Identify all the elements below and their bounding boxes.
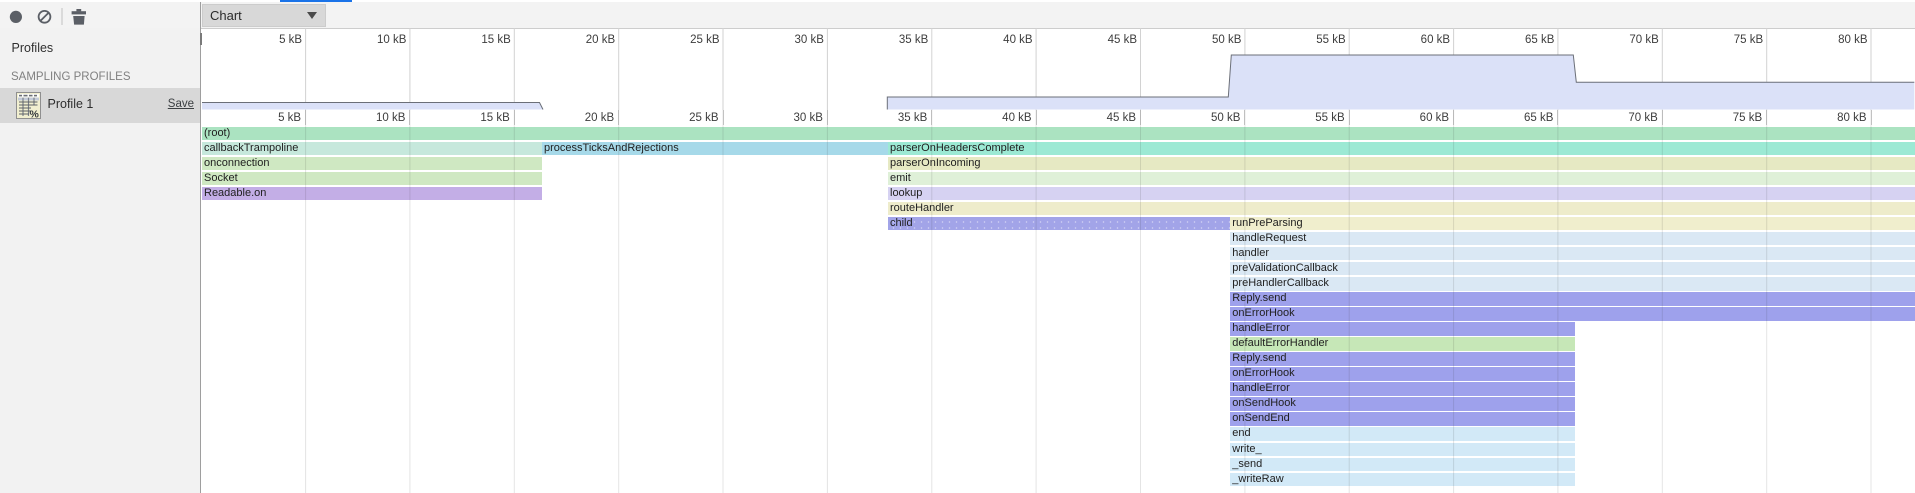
svg-text:%: % bbox=[30, 109, 40, 120]
